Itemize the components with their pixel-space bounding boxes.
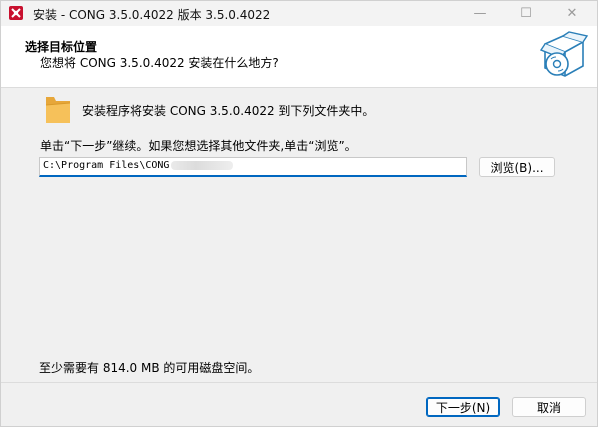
minimize-button[interactable]: —: [457, 1, 503, 26]
page-subtitle: 您想将 CONG 3.5.0.4022 安装在什么地方?: [40, 56, 279, 70]
folder-icon: [45, 97, 71, 123]
installer-window: 安装 - CONG 3.5.0.4022 版本 3.5.0.4022 — ☐ ✕…: [0, 0, 598, 427]
maximize-button[interactable]: ☐: [503, 1, 549, 26]
setup-box-disc-icon: [539, 31, 589, 77]
app-icon: [9, 6, 23, 20]
disk-space-text: 至少需要有 814.0 MB 的可用磁盘空间。: [39, 361, 260, 375]
next-button[interactable]: 下一步(N): [426, 397, 500, 417]
footer-divider: [1, 382, 597, 383]
wizard-header: 选择目标位置 您想将 CONG 3.5.0.4022 安装在什么地方?: [1, 26, 597, 88]
cancel-button[interactable]: 取消: [512, 397, 586, 417]
redacted-path-segment: [171, 160, 234, 170]
close-button[interactable]: ✕: [549, 1, 595, 26]
install-path-input[interactable]: C:\Program Files\CONG: [39, 157, 467, 177]
install-info-text: 安装程序将安装 CONG 3.5.0.4022 到下列文件夹中。: [82, 104, 375, 118]
title-bar[interactable]: 安装 - CONG 3.5.0.4022 版本 3.5.0.4022 — ☐ ✕: [1, 1, 597, 26]
install-path-value: C:\Program Files\CONG: [43, 160, 170, 171]
instruction-text: 单击“下一步”继续。如果您想选择其他文件夹,单击“浏览”。: [40, 139, 357, 153]
window-title: 安装 - CONG 3.5.0.4022 版本 3.5.0.4022: [33, 8, 271, 22]
page-title: 选择目标位置: [25, 40, 98, 54]
browse-button[interactable]: 浏览(B)...: [479, 157, 555, 177]
